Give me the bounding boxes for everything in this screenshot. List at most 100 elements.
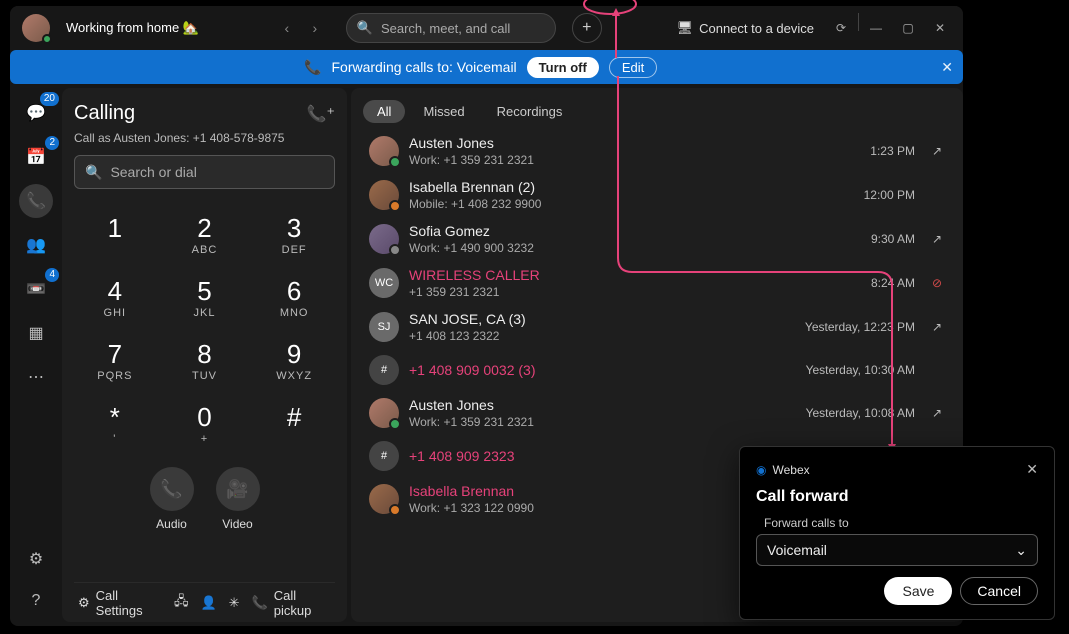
rail-contacts[interactable]: 👥 (19, 228, 53, 262)
outgoing-call-icon: ↗ (929, 320, 945, 334)
close-button[interactable]: ✕ (925, 13, 955, 43)
dialpad-key-sub: MNO (280, 307, 309, 319)
call-time: 12:00 PM (864, 188, 915, 202)
dialpad-key-#[interactable]: # (253, 396, 335, 451)
dialpad-key-num: # (287, 402, 301, 433)
new-call-icon[interactable]: 📞⁺ (307, 104, 335, 124)
phone-forward-icon: 📞 (304, 59, 321, 76)
status-text[interactable]: Working from home 🏡 (66, 20, 199, 36)
cancel-button[interactable]: Cancel (960, 577, 1038, 605)
dialpad-key-8[interactable]: 8TUV (164, 333, 246, 388)
dialpad-key-2[interactable]: 2ABC (164, 207, 246, 262)
tab-all[interactable]: All (363, 100, 405, 123)
contact-detail: Work: +1 490 900 3232 (409, 241, 861, 255)
blocked-icon: ⊘ (929, 276, 945, 290)
dialpad-key-sub: JKL (194, 307, 216, 319)
edit-button[interactable]: Edit (609, 57, 657, 78)
calling-subtitle: Call as Austen Jones: +1 408-578-9875 (74, 131, 335, 145)
audio-call-button[interactable]: 📞 (150, 467, 194, 511)
outgoing-call-icon: ↗ (929, 406, 945, 420)
dialpad-key-7[interactable]: 7PQRS (74, 333, 156, 388)
contact-avatar (369, 398, 399, 428)
history-row[interactable]: Sofia GomezWork: +1 490 900 32329:30 AM↗ (363, 217, 951, 261)
video-call-button[interactable]: 🎥 (216, 467, 260, 511)
rail-apps[interactable]: ▦ (19, 316, 53, 350)
tab-missed[interactable]: Missed (409, 100, 478, 123)
gear-icon: ⚙ (78, 595, 90, 611)
contact-detail: Work: +1 359 231 2321 (409, 415, 796, 429)
contact-name: +1 408 909 0032 (3) (409, 362, 796, 378)
dialpad-key-0[interactable]: 0+ (164, 396, 246, 451)
banner-close-button[interactable]: ✕ (941, 59, 953, 76)
banner-text: Forwarding calls to: Voicemail (331, 59, 516, 75)
rail-voicemail[interactable]: 📼4 (19, 272, 53, 306)
dialpad-key-num: 3 (287, 213, 301, 244)
refresh-icon[interactable]: ⟳ (826, 13, 856, 43)
forward-target-value: Voicemail (767, 542, 827, 558)
contact-name: SAN JOSE, CA (3) (409, 311, 795, 327)
row-info: Austen JonesWork: +1 359 231 2321 (409, 135, 860, 167)
dialpad-key-5[interactable]: 5JKL (164, 270, 246, 325)
history-row[interactable]: #+1 408 909 0032 (3)Yesterday, 10:30 AM (363, 349, 951, 391)
dialpad-key-*[interactable]: *' (74, 396, 156, 451)
contact-name: Sofia Gomez (409, 223, 861, 239)
history-row[interactable]: Austen JonesWork: +1 359 231 2321Yesterd… (363, 391, 951, 435)
rail-calling[interactable]: 📞 (19, 184, 53, 218)
turn-off-button[interactable]: Turn off (527, 57, 599, 78)
history-row[interactable]: SJSAN JOSE, CA (3)+1 408 123 2322Yesterd… (363, 305, 951, 349)
history-row[interactable]: Isabella Brennan (2)Mobile: +1 408 232 9… (363, 173, 951, 217)
user-avatar[interactable] (22, 14, 50, 42)
minimize-button[interactable]: — (861, 13, 891, 43)
nav-forward-button[interactable]: › (302, 15, 328, 41)
dialpad-key-num: 9 (287, 339, 301, 370)
dialpad-key-sub: DEF (282, 244, 307, 256)
dialpad-key-sub: ' (113, 433, 116, 445)
history-row[interactable]: WCWIRELESS CALLER+1 359 231 23218:24 AM⊘ (363, 261, 951, 305)
calendar-badge: 2 (45, 136, 59, 150)
dialog-close-button[interactable]: ✕ (1026, 461, 1038, 478)
connect-device-button[interactable]: 🖥 Connect to a device (677, 20, 814, 36)
rail-more[interactable]: ⋯ (19, 360, 53, 394)
connect-device-label: Connect to a device (699, 21, 814, 36)
global-search-input[interactable]: 🔍 Search, meet, and call (346, 13, 556, 43)
dialpad-key-num: 8 (197, 339, 211, 370)
contact-detail: +1 359 231 2321 (409, 285, 861, 299)
queue-icon-2[interactable]: 👤 (200, 595, 216, 611)
dialpad-key-6[interactable]: 6MNO (253, 270, 335, 325)
tab-recordings[interactable]: Recordings (483, 100, 577, 123)
forward-target-select[interactable]: Voicemail ⌄ (756, 534, 1038, 566)
dialpad-key-3[interactable]: 3DEF (253, 207, 335, 262)
rail-chat[interactable]: 💬20 (19, 96, 53, 130)
contact-name: WIRELESS CALLER (409, 267, 861, 283)
call-time: Yesterday, 10:30 AM (806, 363, 915, 377)
call-settings-button[interactable]: ⚙Call Settings (78, 588, 162, 618)
call-pickup-button[interactable]: 📞Call pickup (252, 588, 331, 618)
add-button[interactable]: + (572, 13, 602, 43)
dialog-brand: Webex (772, 463, 809, 477)
queue-icon-1[interactable]: 🖧 (174, 592, 189, 614)
contact-avatar (369, 224, 399, 254)
contact-detail: +1 408 123 2322 (409, 329, 795, 343)
rail-calendar[interactable]: 📅2 (19, 140, 53, 174)
dialpad-key-num: 7 (108, 339, 122, 370)
forwarding-banner: 📞 Forwarding calls to: Voicemail Turn of… (10, 50, 963, 84)
rail-settings[interactable]: ⚙ (19, 542, 53, 576)
dialpad-key-9[interactable]: 9WXYZ (253, 333, 335, 388)
dialpad-key-num: 0 (197, 402, 211, 433)
queue-icon-3[interactable]: ✳ (229, 595, 240, 611)
calling-title: Calling (74, 102, 135, 125)
presence-mini (389, 200, 401, 212)
rail-help[interactable]: ? (19, 584, 53, 618)
dialpad-key-4[interactable]: 4GHI (74, 270, 156, 325)
search-dial-input[interactable]: 🔍 Search or dial (74, 155, 335, 189)
dialpad-key-1[interactable]: 1 (74, 207, 156, 262)
call-time: Yesterday, 12:23 PM (805, 320, 915, 334)
presence-mini (389, 244, 401, 256)
save-button[interactable]: Save (884, 577, 952, 605)
dialpad-key-sub: TUV (192, 370, 217, 382)
dialpad-key-sub: PQRS (97, 370, 132, 382)
maximize-button[interactable]: ▢ (893, 13, 923, 43)
search-dial-placeholder: Search or dial (110, 164, 196, 180)
history-row[interactable]: Austen JonesWork: +1 359 231 23211:23 PM… (363, 129, 951, 173)
nav-back-button[interactable]: ‹ (274, 15, 300, 41)
